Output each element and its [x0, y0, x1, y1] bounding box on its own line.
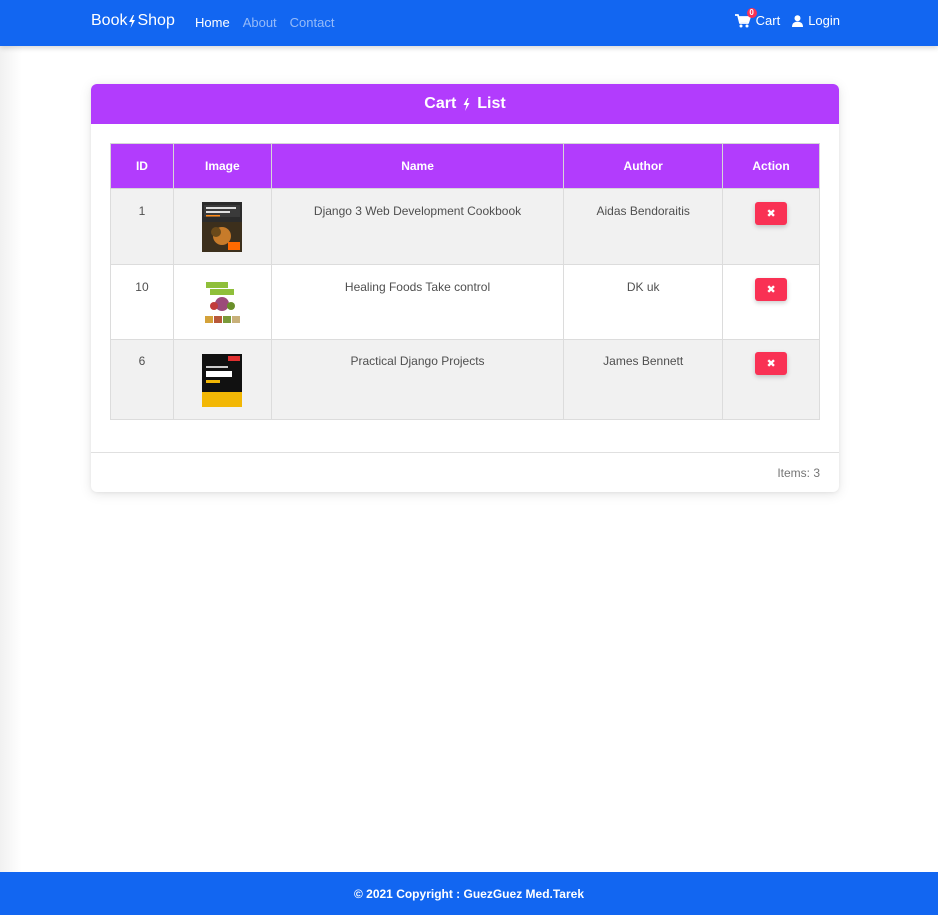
book-cover-image[interactable]: [202, 202, 243, 252]
remove-item-button[interactable]: ✖: [755, 352, 788, 375]
copyright-text: © 2021 Copyright : GuezGuez Med.Tarek: [353, 886, 584, 901]
cell-author: DK uk: [563, 264, 724, 340]
brand-logo[interactable]: Book Shop: [91, 12, 175, 30]
book-cover-image[interactable]: [202, 354, 243, 407]
cell-action: ✖: [722, 188, 820, 265]
column-header-action: Action: [722, 143, 820, 189]
cart-label: Cart: [755, 13, 781, 28]
remove-item-button[interactable]: ✖: [755, 278, 788, 301]
table-row: 6 Practical Django Projects James Bennet…: [110, 339, 820, 420]
nav-right: 0 Cart Login: [734, 7, 840, 28]
column-header-id: ID: [110, 143, 174, 189]
cart-card-footer: Items: 3: [91, 452, 839, 492]
cell-name: Django 3 Web Development Cookbook: [270, 188, 565, 265]
login-label: Login: [808, 13, 840, 28]
nav-link-home[interactable]: Home: [195, 15, 230, 30]
bolt-icon: [129, 14, 136, 28]
column-header-author: Author: [563, 143, 724, 189]
cell-id: 6: [110, 339, 174, 420]
cart-icon: 0: [734, 7, 757, 28]
brand-right-text: Shop: [137, 12, 175, 29]
items-count: Items: 3: [777, 465, 820, 480]
page-left-shade: [0, 46, 22, 872]
cart-title-left: Cart: [424, 95, 457, 112]
page-footer: © 2021 Copyright : GuezGuez Med.Tarek: [0, 872, 938, 915]
cell-action: ✖: [722, 264, 820, 340]
remove-item-button[interactable]: ✖: [755, 202, 788, 225]
cart-title-right: List: [477, 95, 506, 112]
table-row: 10 Healing Foods Take control DK uk ✖: [110, 264, 820, 340]
cell-id: 10: [110, 264, 174, 340]
times-icon: ✖: [766, 284, 776, 296]
table-row: 1 Django 3 Web Development Cookbook Aida…: [110, 188, 820, 265]
cell-author: James Bennett: [563, 339, 724, 420]
column-header-image: Image: [172, 143, 272, 189]
cell-name: Practical Django Projects: [270, 339, 565, 420]
cart-count-badge: 0: [746, 7, 757, 18]
book-cover-image[interactable]: [202, 280, 243, 328]
login-link[interactable]: Login: [792, 13, 840, 28]
table-header-row: ID Image Name Author Action: [110, 143, 820, 189]
user-icon: [792, 14, 804, 27]
nav-link-contact[interactable]: Contact: [290, 15, 335, 30]
cart-table: ID Image Name Author Action 1 Django 3 W…: [110, 143, 820, 420]
times-icon: ✖: [766, 358, 776, 370]
nav-links: Home About Contact: [195, 15, 334, 30]
times-icon: ✖: [766, 208, 776, 220]
cell-name: Healing Foods Take control: [270, 264, 565, 340]
nav-link-about[interactable]: About: [243, 15, 277, 30]
cell-image: [172, 339, 272, 420]
cell-action: ✖: [722, 339, 820, 420]
cart-link[interactable]: 0 Cart: [734, 7, 781, 28]
cell-image: [172, 188, 272, 265]
bolt-icon: [463, 97, 470, 111]
cart-card-header: Cart List: [91, 84, 839, 124]
cell-id: 1: [110, 188, 174, 265]
cell-image: [172, 264, 272, 340]
column-header-name: Name: [270, 143, 565, 189]
navbar: Book Shop Home About Contact 0 Cart Logi…: [0, 0, 938, 46]
cart-card: Cart List ID Image Name Author Action 1: [91, 84, 839, 492]
cart-table-wrap: ID Image Name Author Action 1 Django 3 W…: [110, 143, 820, 420]
brand-left-text: Book: [91, 12, 128, 29]
cell-author: Aidas Bendoraitis: [563, 188, 724, 265]
